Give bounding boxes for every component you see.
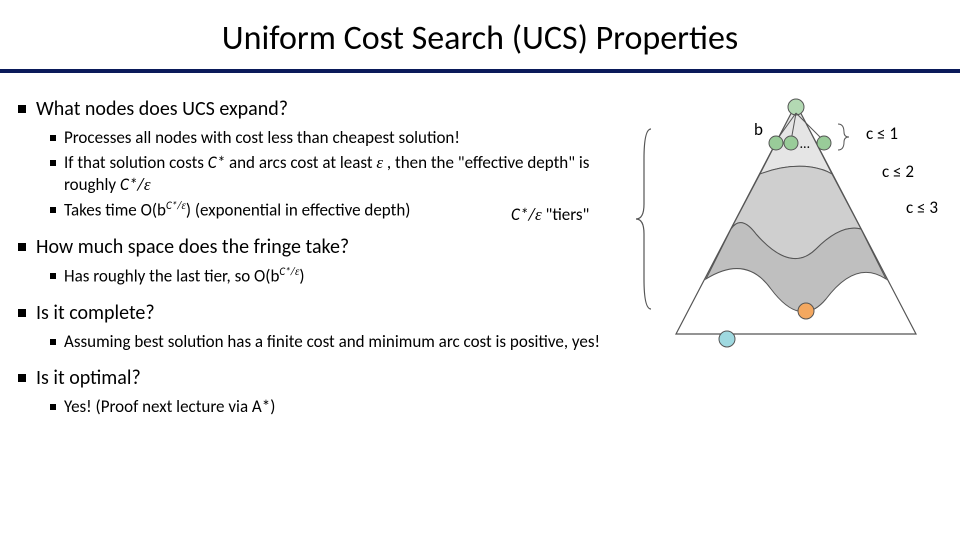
question-text: Is it optimal?: [36, 366, 141, 390]
text-column: What nodes does UCS expand? Processes al…: [36, 89, 636, 431]
bullet-icon: [50, 207, 56, 213]
question-complete: Is it complete?: [18, 301, 636, 325]
question-expand: What nodes does UCS expand?: [18, 97, 636, 121]
bullet-icon: [18, 243, 26, 251]
c3-label: c ≤ 3: [906, 197, 938, 218]
sub-text: Has roughly the last tier, so O(bC*/ε): [64, 265, 304, 287]
sub-item: Has roughly the last tier, so O(bC*/ε): [50, 265, 636, 287]
question-text: What nodes does UCS expand?: [36, 97, 288, 121]
c1-label: c ≤ 1: [866, 123, 898, 144]
question-text: Is it complete?: [36, 301, 155, 325]
sub-item: If that solution costs C* and arcs cost …: [50, 152, 636, 195]
bullet-icon: [18, 309, 26, 317]
figure-column: C*/ε "tiers" b … c ≤ 1 c ≤ 2 c ≤ 3: [636, 89, 924, 431]
q4-subs: Yes! (Proof next lecture via A*): [36, 396, 636, 417]
slide: Uniform Cost Search (UCS) Properties Wha…: [0, 0, 960, 540]
sub-text: Assuming best solution has a finite cost…: [64, 331, 600, 352]
bullet-icon: [50, 339, 56, 345]
content-row: What nodes does UCS expand? Processes al…: [0, 89, 960, 431]
title-underline: [0, 69, 960, 73]
c2-label: c ≤ 2: [882, 161, 914, 182]
tiers-label: C*/ε "tiers": [511, 204, 589, 225]
sub-text: Yes! (Proof next lecture via A*): [64, 396, 275, 417]
sub-item: Yes! (Proof next lecture via A*): [50, 396, 636, 417]
bullet-icon: [50, 404, 56, 410]
bullet-icon: [50, 135, 56, 141]
tree-figure: C*/ε "tiers" b … c ≤ 1 c ≤ 2 c ≤ 3: [606, 89, 960, 349]
b-label: b: [754, 119, 763, 140]
bullet-icon: [50, 160, 56, 166]
slide-title: Uniform Cost Search (UCS) Properties: [0, 18, 960, 59]
sub-text: If that solution costs C* and arcs cost …: [64, 152, 636, 195]
sub-text: Processes all nodes with cost less than …: [64, 127, 460, 148]
bullet-icon: [18, 105, 26, 113]
q3-subs: Assuming best solution has a finite cost…: [36, 331, 636, 352]
sub-text: Takes time O(bC*/ε) (exponential in effe…: [64, 199, 410, 221]
bullet-icon: [50, 273, 56, 279]
bullet-icon: [18, 374, 26, 382]
dots-label: …: [800, 135, 810, 152]
q2-subs: Has roughly the last tier, so O(bC*/ε): [36, 265, 636, 287]
sub-item: Assuming best solution has a finite cost…: [50, 331, 636, 352]
question-optimal: Is it optimal?: [18, 366, 636, 390]
tree-svg: [606, 89, 960, 349]
sub-item: Processes all nodes with cost less than …: [50, 127, 636, 148]
question-space: How much space does the fringe take?: [18, 235, 636, 259]
question-text: How much space does the fringe take?: [36, 235, 349, 259]
